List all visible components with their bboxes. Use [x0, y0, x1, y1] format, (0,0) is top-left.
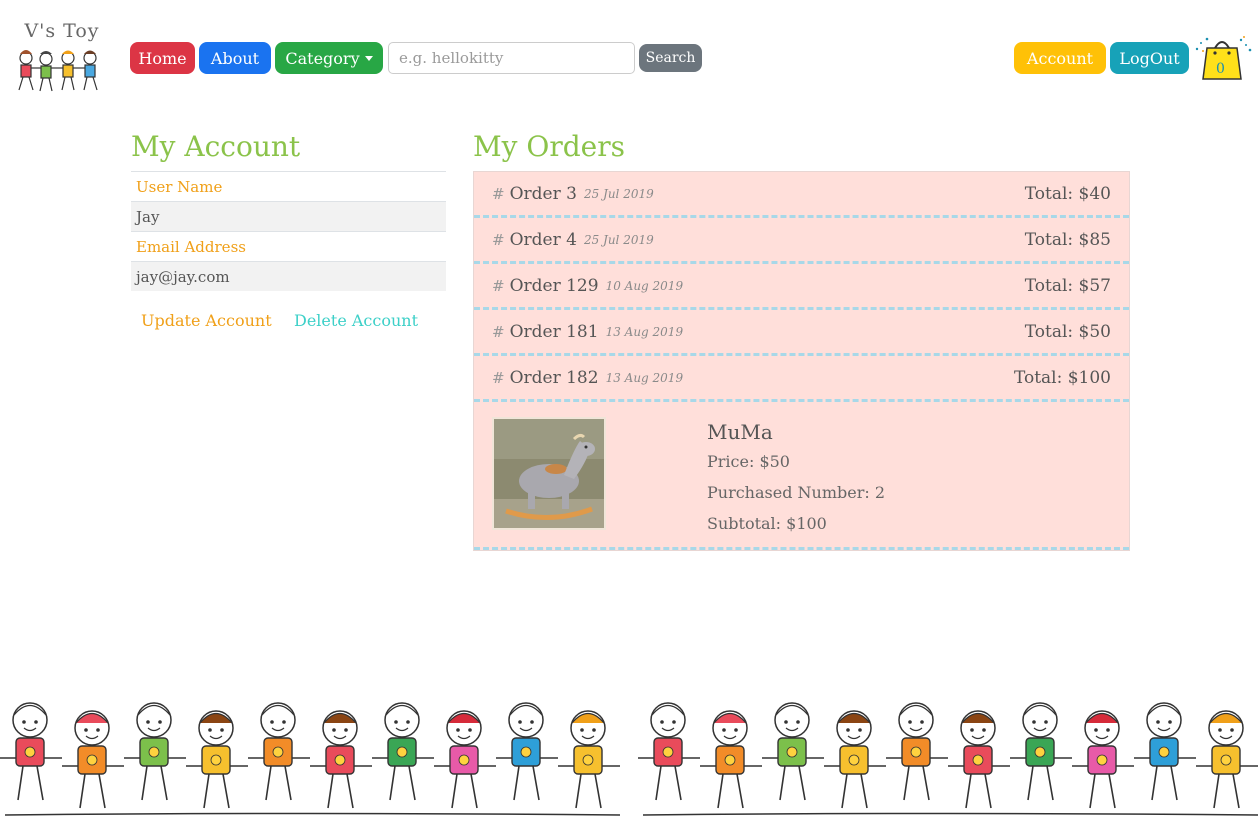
- order-name: Order 181: [509, 321, 599, 342]
- caret-down-icon: [364, 55, 373, 61]
- email-value: jay@jay.com: [131, 261, 446, 291]
- category-label: Category: [285, 48, 360, 68]
- home-button[interactable]: Home: [130, 42, 195, 74]
- logo-text: V's Toy: [24, 20, 100, 42]
- cart-count: 0: [1216, 61, 1225, 77]
- order-total: Total: $50: [1024, 321, 1111, 342]
- order-total: Total: $40: [1024, 183, 1111, 204]
- email-label: Email Address: [131, 231, 446, 261]
- orders-title: My Orders: [473, 130, 625, 163]
- product-quantity: Purchased Number: 2: [707, 483, 886, 502]
- order-name: Order 3: [509, 183, 577, 204]
- order-total: Total: $100: [1013, 367, 1111, 388]
- order-total: Total: $57: [1024, 275, 1111, 296]
- product-image[interactable]: [492, 417, 606, 530]
- order-name: Order 129: [509, 275, 599, 296]
- username-value: Jay: [131, 201, 446, 231]
- order-date: 10 Aug 2019: [605, 278, 684, 293]
- product-name: MuMa: [707, 420, 773, 444]
- order-date: 13 Aug 2019: [605, 324, 684, 339]
- order-name: Order 182: [509, 367, 599, 388]
- hash-icon: #: [492, 276, 505, 295]
- account-title: My Account: [131, 130, 301, 163]
- hash-icon: #: [492, 184, 505, 203]
- order-row[interactable]: # Order 181 13 Aug 2019 Total: $50: [474, 310, 1129, 356]
- delete-account-link[interactable]: Delete Account: [294, 311, 418, 330]
- search-input[interactable]: [388, 42, 635, 74]
- about-button[interactable]: About: [199, 42, 271, 74]
- product-price: Price: $50: [707, 452, 790, 471]
- product-subtotal: Subtotal: $100: [707, 514, 827, 533]
- order-row[interactable]: # Order 4 25 Jul 2019 Total: $85: [474, 218, 1129, 264]
- order-row[interactable]: # Order 129 10 Aug 2019 Total: $57: [474, 264, 1129, 310]
- order-date: 25 Jul 2019: [583, 186, 654, 201]
- account-button[interactable]: Account: [1014, 42, 1106, 74]
- kids-footer-illustration: [0, 702, 1259, 816]
- site-logo[interactable]: V's Toy: [10, 18, 114, 98]
- order-date: 25 Jul 2019: [583, 232, 654, 247]
- order-name: Order 4: [509, 229, 577, 250]
- logout-button[interactable]: LogOut: [1110, 42, 1189, 74]
- kids-logo-icon: [18, 50, 98, 92]
- order-row[interactable]: # Order 3 25 Jul 2019 Total: $40: [474, 172, 1129, 218]
- rocking-horse-icon: [494, 419, 604, 528]
- order-detail: MuMa Price: $50 Purchased Number: 2 Subt…: [474, 402, 1129, 550]
- order-row[interactable]: # Order 182 13 Aug 2019 Total: $100: [474, 356, 1129, 402]
- username-label: User Name: [131, 171, 446, 201]
- update-account-link[interactable]: Update Account: [141, 311, 272, 330]
- hash-icon: #: [492, 322, 505, 341]
- hash-icon: #: [492, 230, 505, 249]
- orders-list: # Order 3 25 Jul 2019 Total: $40 # Order…: [473, 171, 1130, 551]
- category-dropdown[interactable]: Category: [275, 42, 383, 74]
- account-info-table: User Name Jay Email Address jay@jay.com: [131, 171, 446, 291]
- order-date: 13 Aug 2019: [605, 370, 684, 385]
- order-total: Total: $85: [1024, 229, 1111, 250]
- hash-icon: #: [492, 368, 505, 387]
- search-button[interactable]: Search: [639, 44, 702, 72]
